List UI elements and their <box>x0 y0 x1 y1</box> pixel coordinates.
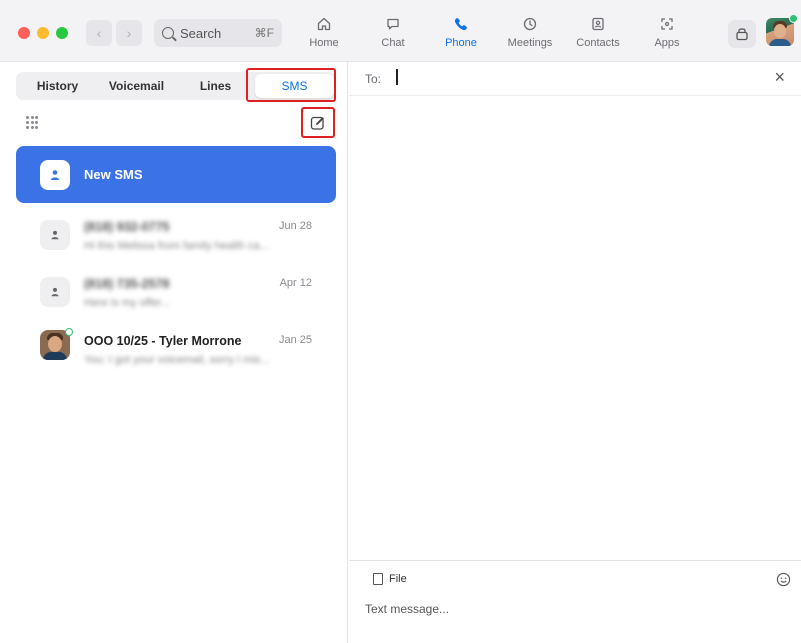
dialpad-icon[interactable] <box>26 116 38 130</box>
presence-status-dot <box>65 328 73 336</box>
whiteboard-icon <box>736 28 748 41</box>
tab-sms[interactable]: SMS <box>255 74 334 98</box>
profile-avatar[interactable] <box>766 18 794 46</box>
file-icon <box>373 573 383 585</box>
zoom-window-button[interactable] <box>56 27 68 39</box>
tab-meetings[interactable]: Meetings <box>494 14 566 54</box>
person-icon <box>40 220 70 250</box>
tab-contacts-label: Contacts <box>576 37 620 49</box>
conversation-item[interactable]: (818) 735-2578 Here is my offer... Apr 1… <box>16 271 336 323</box>
tab-apps-label: Apps <box>654 37 680 49</box>
clock-icon <box>494 14 566 34</box>
tab-history[interactable]: History <box>18 74 97 98</box>
recipient-bar[interactable]: To: × <box>349 62 801 96</box>
conversation-date: Jan 25 <box>278 334 312 346</box>
close-window-button[interactable] <box>18 27 30 39</box>
tab-phone[interactable]: Phone <box>425 14 497 54</box>
minimize-window-button[interactable] <box>37 27 49 39</box>
phone-segmented-tabs: History Voicemail Lines SMS <box>16 72 336 100</box>
tab-home-label: Home <box>309 37 339 49</box>
conversation-preview: Hi this Melissa from family health ca... <box>84 240 269 252</box>
conversation-date: Jun 28 <box>278 220 312 232</box>
tab-apps[interactable]: Apps <box>631 14 703 54</box>
conversation-name: OOO 10/25 - Tyler Morrone <box>84 334 242 348</box>
title-bar: ‹ › Search ⌘F Home Chat Phone Meetings C… <box>0 0 801 62</box>
search-shortcut: ⌘F <box>254 26 274 40</box>
file-label: File <box>389 573 407 585</box>
search-label: Search <box>180 25 222 41</box>
new-sms-label: New SMS <box>84 167 143 182</box>
close-icon[interactable]: × <box>774 67 785 88</box>
conversation-preview: You: I got your voicemail, sorry I mis..… <box>84 354 270 366</box>
conversation-name: (818) 735-2578 <box>84 277 170 291</box>
conversation-preview: Here is my offer... <box>84 297 170 309</box>
conversation-name: (818) 932-0775 <box>84 220 170 234</box>
conversation-item[interactable]: OOO 10/25 - Tyler Morrone You: I got you… <box>16 328 336 380</box>
online-status-dot <box>789 14 798 23</box>
home-icon <box>288 14 360 34</box>
compose-icon <box>310 116 324 130</box>
chat-icon <box>357 14 429 34</box>
compose-sms-button[interactable] <box>309 114 327 132</box>
message-compose-area: File <box>349 560 801 643</box>
to-label: To: <box>365 72 382 86</box>
forward-button[interactable]: › <box>116 20 142 46</box>
search-box[interactable]: Search ⌘F <box>154 19 282 47</box>
phone-sidebar: History Voicemail Lines SMS New SMS (818… <box>0 62 348 643</box>
emoji-icon[interactable] <box>776 572 791 587</box>
tab-home[interactable]: Home <box>288 14 360 54</box>
message-input[interactable] <box>365 599 765 619</box>
person-icon <box>40 159 70 190</box>
sms-composer-panel: To: × File <box>349 62 801 643</box>
contacts-icon <box>562 14 634 34</box>
tab-contacts[interactable]: Contacts <box>562 14 634 54</box>
tab-lines[interactable]: Lines <box>176 74 255 98</box>
tab-voicemail[interactable]: Voicemail <box>97 74 176 98</box>
tab-chat[interactable]: Chat <box>357 14 429 54</box>
person-icon <box>40 277 70 307</box>
search-icon <box>162 27 174 39</box>
phone-icon <box>425 14 497 34</box>
back-button[interactable]: ‹ <box>86 20 112 46</box>
chevron-left-icon: ‹ <box>96 25 102 41</box>
tab-chat-label: Chat <box>381 37 405 49</box>
conversation-date: Apr 12 <box>279 277 312 289</box>
tab-meetings-label: Meetings <box>507 37 553 49</box>
attach-file-button[interactable]: File <box>373 573 407 585</box>
tab-phone-label: Phone <box>445 37 477 49</box>
new-sms-item[interactable]: New SMS <box>16 146 336 203</box>
text-cursor <box>396 69 398 85</box>
whiteboard-button[interactable] <box>728 20 756 48</box>
apps-icon <box>631 14 703 34</box>
conversation-item[interactable]: (818) 932-0775 Hi this Melissa from fami… <box>16 214 336 266</box>
chevron-right-icon: › <box>126 25 132 41</box>
